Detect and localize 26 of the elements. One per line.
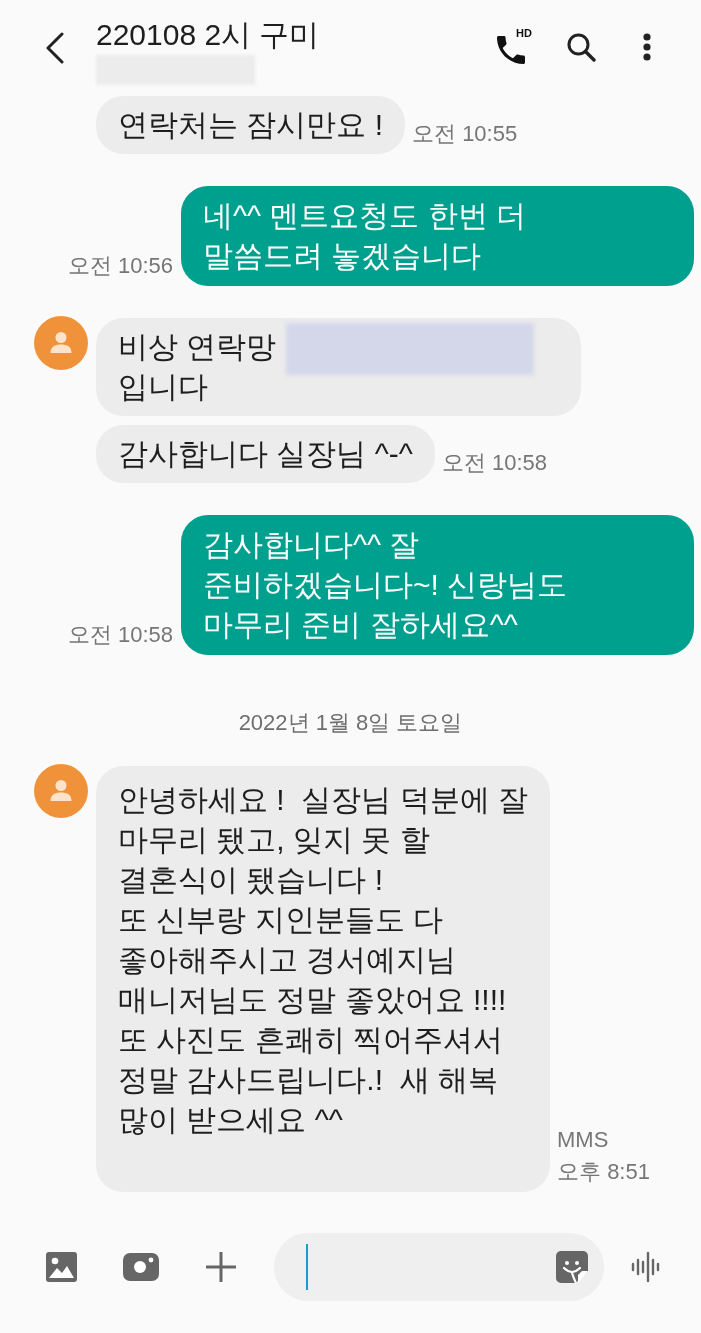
sticker-icon bbox=[556, 1251, 588, 1283]
more-vertical-icon bbox=[643, 33, 651, 61]
message-text: 감사합니다 실장님 ^-^ bbox=[118, 437, 413, 471]
message-time: 오후 8:51 bbox=[557, 1158, 650, 1187]
hd-call-button[interactable]: HD bbox=[493, 25, 537, 69]
message-text: 네^^ 멘트요청도 한번 더 말씀드려 놓겠습니다 bbox=[203, 199, 527, 272]
image-icon bbox=[45, 1252, 77, 1282]
sticker-button[interactable] bbox=[556, 1251, 588, 1283]
message-text: 입니다 bbox=[118, 370, 208, 404]
message-time: 오전 10:56 bbox=[67, 252, 173, 280]
message-type-label: MMS bbox=[557, 1126, 610, 1155]
conversation-title: 220108 2시 구미 bbox=[96, 17, 321, 53]
plus-icon bbox=[206, 1252, 236, 1282]
message-time: 오전 10:58 bbox=[441, 449, 547, 478]
phone-icon bbox=[497, 36, 525, 64]
camera-icon bbox=[123, 1253, 159, 1281]
message-text: 감사합니다^^ 잘 준비하겠습니다~! 신랑님도 마무리 준비 잘하세요^^ bbox=[203, 528, 568, 642]
message-text: 연락처는 잠시만요 ! bbox=[118, 108, 383, 141]
chevron-left-icon bbox=[45, 32, 65, 64]
message-text: 안녕하세요 ! 실장님 덕분에 잘 마무리 됐고, 잊지 못 할 결혼식이 됐습니다 ! 또 신부랑 지인분들도 다 좋아해주시고 경서예지님 매니저님도 정말 좋았어요 !!!! 또 사진도 흔쾌히 찍어주셔서 정말 감사드립니다.! 새 해복 많이 받으세요 ^^ bbox=[118, 783, 528, 1137]
search-icon bbox=[566, 32, 596, 62]
date-separator: 2022년 1월 8일 토요일 bbox=[238, 710, 463, 737]
message-text: 비상 연락망 bbox=[118, 330, 277, 363]
message-time: 오전 10:58 bbox=[67, 621, 173, 650]
text-cursor-icon bbox=[306, 1244, 308, 1290]
message-time: 오전 10:55 bbox=[412, 120, 518, 148]
